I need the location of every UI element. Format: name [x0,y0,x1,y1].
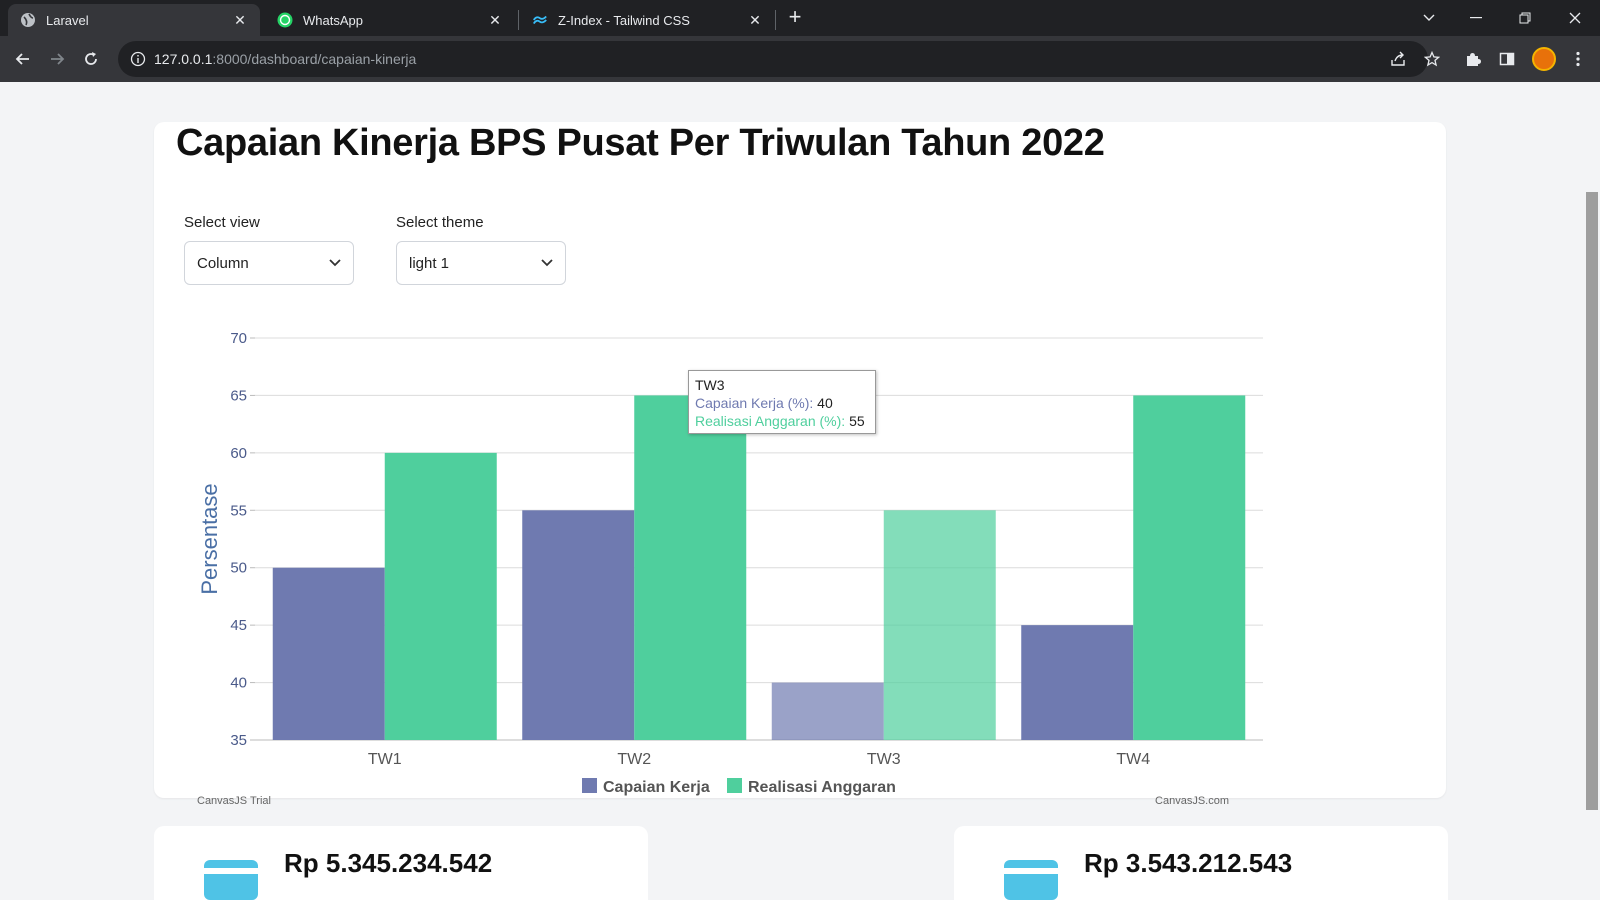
chart-tooltip: TW3 Capaian Kerja (%): 40 Realisasi Angg… [688,370,876,434]
extensions-button[interactable] [1459,45,1487,73]
tab-title: Z-Index - Tailwind CSS [558,12,690,28]
stat-value: Rp 3.543.212.543 [1084,848,1293,878]
bar-tw4-series-2[interactable] [1133,395,1246,740]
select-theme-label: Select theme [396,214,484,231]
tooltip-series2-label: Realisasi Anggaran (%): [695,413,846,429]
side-panel-button[interactable] [1493,45,1521,73]
y-tick-label: 60 [230,445,247,462]
address-bar[interactable]: 127.0.0.1:8000/dashboard/capaian-kinerja [118,41,1428,77]
close-icon [1569,12,1581,24]
tab-separator [518,10,519,30]
chevron-down-icon [1423,14,1435,21]
tab-laravel[interactable]: Laravel ✕ [8,4,260,36]
select-view-group: Select view Column [184,214,354,285]
y-tick-label: 45 [230,617,247,634]
y-tick-label: 55 [230,502,247,519]
y-tick-label: 40 [230,675,247,692]
browser-tab-bar: Laravel ✕ WhatsApp ✕ Z-Index - Tailwind … [0,0,1600,36]
tailwind-icon [532,12,548,28]
credit-right: CanvasJS.com [1155,795,1229,807]
close-icon[interactable]: ✕ [747,12,763,28]
tab-whatsapp[interactable]: WhatsApp ✕ [265,4,515,36]
url-text: 127.0.0.1:8000/dashboard/capaian-kinerja [154,51,416,67]
restore-icon [1519,12,1531,24]
tab-title: WhatsApp [303,12,363,28]
x-tick-label: TW1 [368,751,402,768]
legend-swatch-2 [727,778,742,793]
tab-tailwind[interactable]: Z-Index - Tailwind CSS ✕ [520,4,775,36]
puzzle-icon [1467,53,1481,66]
close-icon[interactable]: ✕ [232,12,248,28]
url-path: :8000/dashboard/capaian-kinerja [212,51,417,67]
stat-card-1: Rp 5.345.234.542 [154,826,648,900]
y-axis-label: Persentase [197,483,222,594]
bar-tw1-series-1[interactable] [272,567,385,740]
tab-search-button[interactable] [1406,4,1452,32]
y-tick-label: 65 [230,387,247,404]
stat-card-2: Rp 3.543.212.543 [954,826,1448,900]
legend-label-1: Capaian Kerja [603,779,710,796]
tooltip-series2-value: 55 [849,413,865,429]
x-tick-label: TW4 [1116,751,1150,768]
url-host: 127.0.0.1 [154,51,213,67]
tooltip-series1-label: Capaian Kerja (%): [695,395,814,411]
arrow-left-icon [15,53,29,65]
select-theme-dropdown[interactable]: light 1 [396,241,566,285]
bar-tw2-series-1[interactable] [522,510,635,740]
select-view-dropdown[interactable]: Column [184,241,354,285]
bar-tw3-series-1[interactable] [771,682,884,740]
legend-label-2: Realisasi Anggaran [748,779,896,796]
kebab-menu-icon [1576,51,1580,67]
page-title: Capaian Kinerja BPS Pusat Per Triwulan T… [176,122,1105,164]
credit-left: CanvasJS Trial [197,795,271,807]
side-panel-icon [1499,52,1515,66]
info-icon[interactable] [130,51,146,67]
minimize-icon [1470,17,1482,19]
restore-button[interactable] [1502,4,1548,32]
arrow-right-icon [51,53,65,65]
x-tick-label: TW3 [867,751,901,768]
y-tick-label: 35 [230,732,247,749]
reload-icon [85,52,97,65]
select-view-value: Column [197,254,249,272]
y-tick-label: 70 [230,330,247,347]
tab-separator [775,10,776,30]
tooltip-series1-value: 40 [817,395,833,411]
globe-icon [20,12,36,28]
bar-tw4-series-1[interactable] [1021,625,1134,740]
y-tick-label: 50 [230,560,247,577]
share-icon [1391,51,1405,66]
chevron-down-icon [541,259,553,267]
stat-value: Rp 5.345.234.542 [284,848,493,878]
card-icon [204,860,258,900]
legend-swatch-1 [582,778,597,793]
browser-toolbar: 127.0.0.1:8000/dashboard/capaian-kinerja [0,36,1600,82]
minimize-button[interactable] [1453,4,1499,32]
select-view-label: Select view [184,214,260,231]
menu-button[interactable] [1564,45,1592,73]
tab-title: Laravel [46,12,89,28]
select-theme-group: Select theme light 1 [396,214,566,285]
back-button[interactable] [9,45,37,73]
profile-avatar[interactable] [1532,47,1556,71]
reload-button[interactable] [77,45,105,73]
tooltip-title: TW3 [695,377,725,393]
bar-tw1-series-2[interactable] [384,452,497,740]
close-window-button[interactable] [1552,4,1598,32]
star-icon [1424,51,1440,67]
chevron-down-icon [329,259,341,267]
page-scrollbar[interactable] [1586,192,1598,810]
bookmark-button[interactable] [1418,45,1446,73]
card-icon [1004,860,1058,900]
x-tick-label: TW2 [617,751,651,768]
forward-button[interactable] [43,45,71,73]
whatsapp-icon [277,12,293,28]
select-theme-value: light 1 [409,254,450,272]
bar-tw2-series-2[interactable] [634,395,747,740]
close-icon[interactable]: ✕ [487,12,503,28]
new-tab-button[interactable]: + [783,6,807,30]
share-button[interactable] [1384,45,1412,73]
bar-tw3-series-2[interactable] [883,510,996,740]
